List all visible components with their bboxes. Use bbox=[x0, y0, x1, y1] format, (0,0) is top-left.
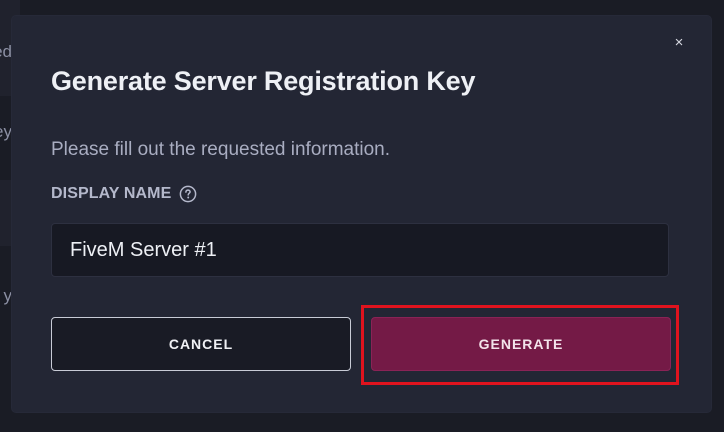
display-name-label-text: DISPLAY NAME bbox=[51, 185, 172, 202]
background-text-fragment: ed bbox=[0, 42, 12, 61]
close-icon[interactable]: × bbox=[671, 32, 687, 54]
background-text-fragment: y bbox=[3, 286, 13, 305]
modal-title: Generate Server Registration Key bbox=[51, 66, 476, 96]
help-circle-icon[interactable] bbox=[179, 185, 197, 203]
modal-subtitle: Please fill out the requested informatio… bbox=[51, 139, 391, 160]
cancel-button[interactable]: CANCEL bbox=[51, 317, 351, 371]
registration-key-modal: × Generate Server Registration Key Pleas… bbox=[12, 16, 711, 412]
generate-button[interactable]: GENERATE bbox=[371, 317, 671, 371]
background-text-fragment: ey bbox=[0, 122, 12, 141]
display-name-label: DISPLAY NAME bbox=[51, 185, 197, 203]
display-name-input[interactable] bbox=[51, 223, 669, 277]
